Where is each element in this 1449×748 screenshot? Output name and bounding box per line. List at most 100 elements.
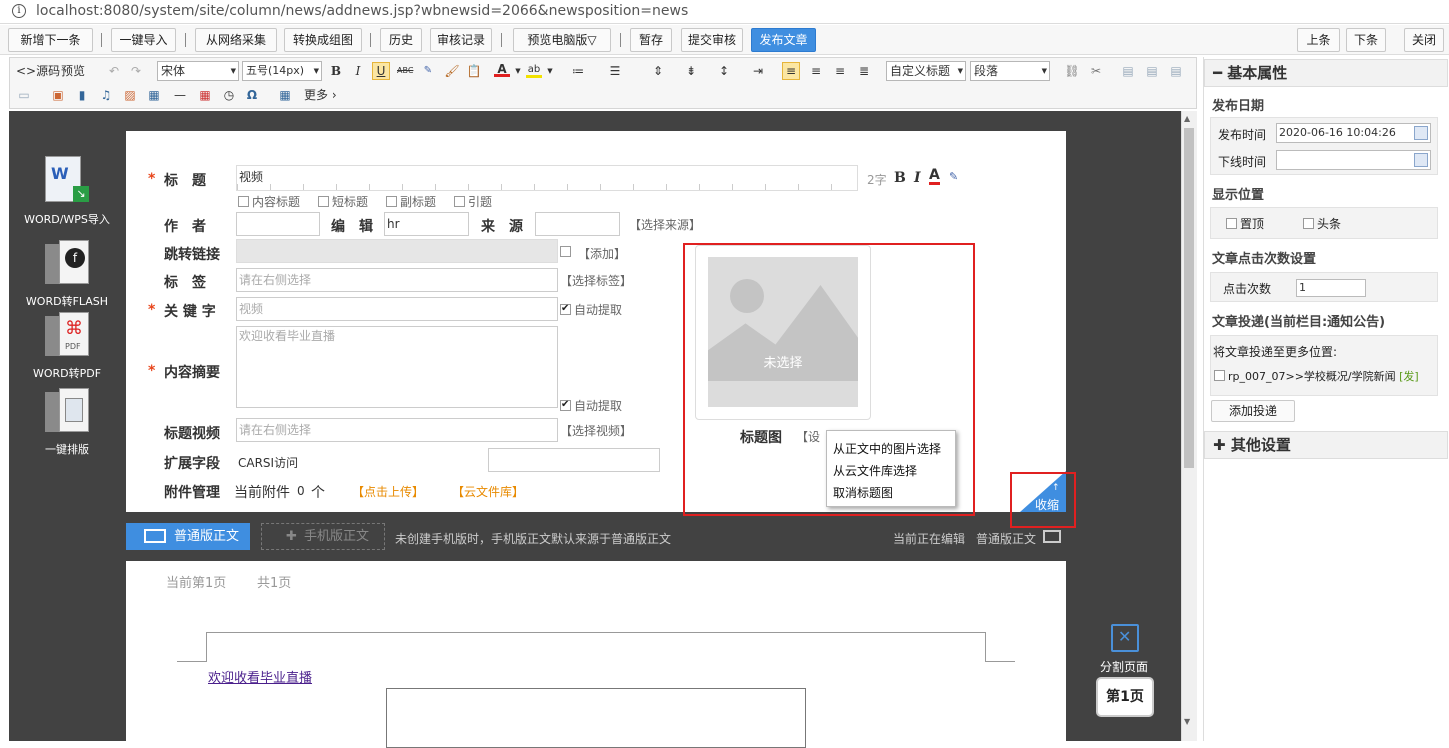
unordered-list-icon[interactable]: ☰ — [607, 63, 623, 79]
dash-icon[interactable]: — — [172, 87, 188, 103]
checkbox-box[interactable] — [1303, 218, 1314, 229]
font-size-select[interactable]: 五号(14px) — [242, 61, 322, 81]
more-button[interactable]: 更多 › — [304, 86, 337, 104]
paste-icon[interactable]: 📋 — [466, 63, 482, 79]
address-bar[interactable]: i localhost:8080/system/site/column/news… — [0, 0, 1449, 24]
image-icon[interactable]: ▣ — [50, 87, 66, 103]
next-article-button[interactable]: 下条 — [1346, 28, 1386, 52]
add-deliver-button[interactable]: 添加投递 — [1211, 400, 1295, 422]
lead-title-checkbox[interactable]: 引题 — [454, 195, 492, 209]
picture-icon[interactable]: ▨ — [122, 87, 138, 103]
publish-time-input[interactable]: 2020-06-16 10:04:26 — [1276, 123, 1431, 143]
indent-icon[interactable]: ⇥ — [750, 63, 766, 79]
submit-review-button[interactable]: 提交审核 — [681, 28, 743, 52]
paragraph-spacing-icon[interactable]: ⇟ — [683, 63, 699, 79]
checkbox-box[interactable] — [1226, 218, 1237, 229]
music-icon[interactable]: ♫ — [98, 87, 114, 103]
source-input[interactable] — [535, 212, 620, 236]
choose-video-link[interactable]: 【选择视频】 — [560, 422, 632, 439]
split-page-label[interactable]: 分割页面 — [1100, 658, 1148, 675]
heading-select[interactable]: 自定义标题 — [886, 61, 966, 81]
checkbox-box[interactable] — [560, 398, 571, 412]
choose-source-link[interactable]: 【选择来源】 — [629, 216, 701, 233]
basic-properties-header[interactable]: ━ 基本属性 — [1204, 59, 1448, 87]
editor-input[interactable]: hr — [384, 212, 469, 236]
jump-link-input[interactable] — [236, 239, 558, 263]
publish-button[interactable]: 发布文章 — [751, 28, 816, 52]
keyword-auto-extract-checkbox[interactable]: 自动提取 — [560, 302, 622, 317]
menu-from-content[interactable]: 从正文中的图片选择 — [833, 440, 941, 457]
highlight-dropdown-icon[interactable]: ▼ — [542, 63, 558, 79]
menu-from-cloud[interactable]: 从云文件库选择 — [833, 462, 917, 479]
checkbox-box[interactable] — [1214, 370, 1225, 381]
bold-icon[interactable]: B — [328, 63, 344, 79]
redo-icon[interactable]: ↷ — [128, 63, 144, 79]
checkbox-box[interactable] — [386, 196, 397, 207]
page-badge[interactable]: 第1页 — [1096, 677, 1154, 717]
headline-checkbox[interactable]: 头条 — [1303, 217, 1341, 231]
font-family-select[interactable]: 宋体 — [157, 61, 239, 81]
special-char-icon[interactable]: Ω — [244, 87, 260, 103]
calendar-icon[interactable] — [1414, 126, 1428, 140]
align-center-icon[interactable]: ≡ — [808, 63, 824, 79]
checkbox-box[interactable] — [318, 196, 329, 207]
time-icon[interactable]: ◷ — [221, 87, 237, 103]
undo-icon[interactable]: ↶ — [106, 63, 122, 79]
web-collect-button[interactable]: 从网络采集 — [195, 28, 277, 52]
date-icon[interactable]: ▦ — [197, 87, 213, 103]
checkbox-box[interactable] — [454, 196, 465, 207]
gallery-icon[interactable]: ▦ — [146, 87, 162, 103]
title-spellcheck-icon[interactable]: ✎ — [949, 170, 958, 183]
add-next-button[interactable]: 新增下一条 — [8, 28, 93, 52]
history-button[interactable]: 历史 — [380, 28, 422, 52]
highlight-icon[interactable]: ab — [526, 62, 542, 78]
upload-link[interactable]: 【点击上传】 — [352, 483, 424, 500]
preview-button[interactable]: 预览 — [61, 62, 85, 80]
font-color-icon[interactable]: A — [494, 61, 510, 77]
tag-input[interactable]: 请在右侧选择 — [236, 268, 558, 292]
info-icon[interactable]: i — [12, 4, 26, 18]
font-color-dropdown-icon[interactable]: ▼ — [510, 63, 526, 79]
title-video-input[interactable]: 请在右侧选择 — [236, 418, 558, 442]
title-color-icon[interactable]: A — [929, 168, 940, 185]
word-to-flash-tool[interactable]: f WORD转FLASH — [22, 238, 112, 309]
image-placeholder-icon[interactable]: 未选择 — [708, 257, 858, 407]
offline-time-input[interactable] — [1276, 150, 1431, 170]
one-click-import-button[interactable]: 一键导入 — [111, 28, 176, 52]
content-link[interactable]: 欢迎收看毕业直播 — [208, 667, 312, 686]
table-right-icon[interactable]: ▤ — [1168, 63, 1184, 79]
auto-layout-tool[interactable]: 一键排版 — [22, 386, 112, 457]
click-count-input[interactable]: 1 — [1296, 279, 1366, 297]
content-box[interactable] — [386, 688, 806, 748]
table-left-icon[interactable]: ▤ — [1120, 63, 1136, 79]
set-title-image-link[interactable]: 【设 — [796, 428, 820, 445]
preview-pc-button[interactable]: 预览电脑版▽ — [513, 28, 611, 52]
menu-cancel-title-image[interactable]: 取消标题图 — [833, 484, 893, 501]
other-settings-header[interactable]: ✚ 其他设置 — [1204, 431, 1448, 459]
table-icon[interactable]: ▦ — [277, 87, 293, 103]
checkbox-box[interactable] — [560, 246, 571, 257]
scroll-up-icon[interactable]: ▲ — [1184, 114, 1190, 123]
scroll-down-icon[interactable]: ▼ — [1184, 717, 1190, 726]
horizontal-rule-icon[interactable]: ▭ — [16, 87, 32, 103]
paragraph-select[interactable]: 段落 — [970, 61, 1050, 81]
scrollbar-thumb[interactable] — [1184, 128, 1194, 468]
review-log-button[interactable]: 审核记录 — [430, 28, 492, 52]
format-painter-icon[interactable]: 🖌 — [444, 63, 460, 79]
add-jump-link[interactable]: 【添加】 — [578, 245, 626, 262]
close-button[interactable]: 关闭 — [1404, 28, 1444, 52]
title-italic-icon[interactable]: I — [914, 170, 921, 186]
jump-link-checkbox[interactable] — [560, 245, 574, 259]
source-button[interactable]: <>源码 — [16, 62, 60, 80]
tab-normal-body[interactable]: 普通版正文 — [126, 523, 250, 550]
table-center-icon[interactable]: ▤ — [1144, 63, 1160, 79]
strikethrough-icon[interactable]: ABC — [397, 63, 413, 79]
choose-tag-link[interactable]: 【选择标签】 — [560, 272, 632, 289]
align-justify-icon[interactable]: ≣ — [856, 63, 872, 79]
title-bold-icon[interactable]: B — [894, 170, 906, 186]
link-icon[interactable]: ⛓ — [1064, 63, 1080, 79]
summary-textarea[interactable]: 欢迎收看毕业直播 — [236, 326, 558, 408]
subtitle-checkbox[interactable]: 副标题 — [386, 195, 436, 209]
word-to-pdf-tool[interactable]: ⌘ PDF WORD转PDF — [22, 310, 112, 381]
extend-field-input[interactable] — [488, 448, 660, 472]
